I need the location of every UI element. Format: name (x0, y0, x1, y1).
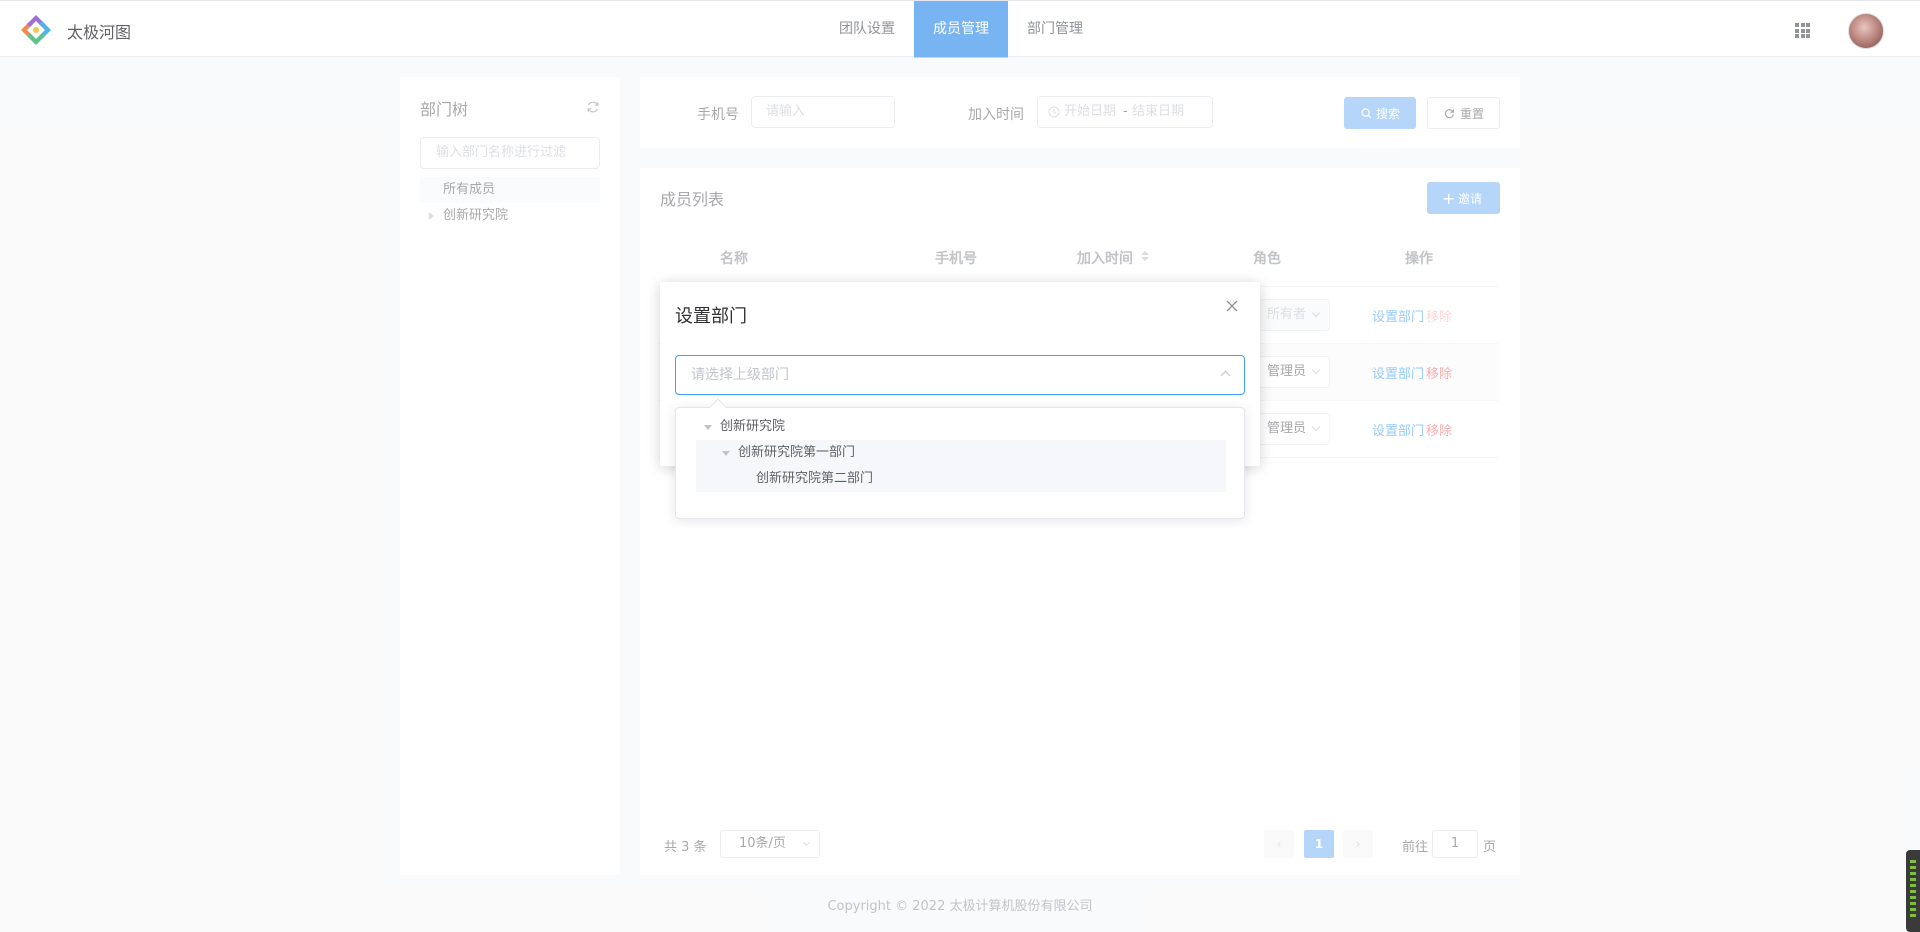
select-placeholder: 请选择上级部门 (691, 367, 789, 383)
top-nav: 团队设置 成员管理 部门管理 (820, 1, 1102, 58)
tree-option-label: 创新研究院 (720, 419, 786, 434)
tab-department-management[interactable]: 部门管理 (1008, 1, 1102, 58)
tree-option-label: 创新研究院第二部门 (756, 471, 874, 486)
tab-member-management[interactable]: 成员管理 (914, 1, 1008, 58)
tab-team-settings[interactable]: 团队设置 (820, 1, 914, 58)
tree-option-label: 创新研究院第一部门 (738, 445, 856, 460)
tree-option-first-department[interactable]: 创新研究院第一部门 (714, 440, 855, 466)
chevron-up-icon (1220, 370, 1231, 381)
caret-down-icon[interactable] (704, 425, 712, 430)
grid-icon[interactable] (1795, 23, 1810, 38)
side-widget[interactable] (1906, 850, 1920, 932)
tree-option-second-department[interactable]: 创新研究院第二部门 (732, 466, 873, 492)
tree-option-innovation-institute[interactable]: 创新研究院 (696, 414, 785, 440)
parent-department-select[interactable]: 请选择上级部门 (675, 355, 1245, 395)
brand-name: 太极河图 (67, 23, 132, 42)
logo-icon (21, 15, 51, 45)
department-tree-dropdown: 创新研究院 创新研究院第一部门 创新研究院第二部门 (675, 398, 1245, 519)
dialog-title: 设置部门 (675, 306, 747, 327)
caret-down-icon[interactable] (722, 451, 730, 456)
close-icon[interactable] (1225, 299, 1239, 313)
avatar[interactable] (1848, 13, 1884, 49)
top-header: 太极河图 团队设置 成员管理 部门管理 (0, 0, 1920, 58)
